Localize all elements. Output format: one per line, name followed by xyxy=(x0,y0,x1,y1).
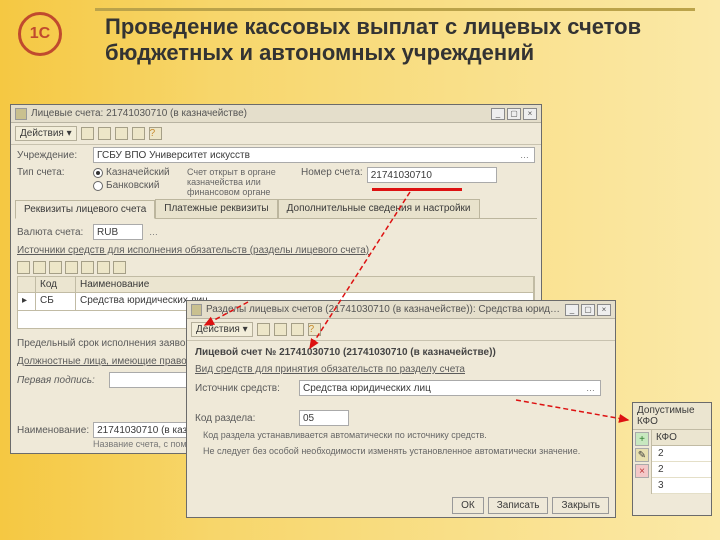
currency-input[interactable]: RUB xyxy=(93,224,143,240)
window-icon xyxy=(191,304,202,316)
titlebar[interactable]: Разделы лицевых счетов (21741030710 (в к… xyxy=(187,301,615,319)
page-title: Проведение кассовых выплат с лицевых сче… xyxy=(105,14,685,67)
account-line: Лицевой счет № 21741030710 (21741030710 … xyxy=(195,347,607,358)
tab-requisites[interactable]: Реквизиты лицевого счета xyxy=(15,200,155,219)
kfo-col: КФО xyxy=(652,430,711,446)
section-sources: Источники средств для исполнения обязате… xyxy=(17,245,535,256)
maximize-button[interactable]: ▢ xyxy=(507,108,521,120)
actions-menu[interactable]: Действия ▾ xyxy=(15,126,77,141)
window-title: Лицевые счета: 21741030710 (в казначейст… xyxy=(31,108,247,119)
sort-row-icon[interactable] xyxy=(97,261,110,274)
sign-label: Первая подпись: xyxy=(17,375,105,386)
add-row-icon[interactable] xyxy=(17,261,30,274)
radio-treasury[interactable] xyxy=(93,168,103,178)
header-divider xyxy=(95,8,695,11)
minimize-button[interactable]: _ xyxy=(491,108,505,120)
window-title: Разделы лицевых счетов (21741030710 (в к… xyxy=(206,304,565,315)
note-2: Не следует без особой необходимости изме… xyxy=(195,444,607,460)
down-row-icon[interactable] xyxy=(81,261,94,274)
maximize-button[interactable]: ▢ xyxy=(581,304,595,316)
window-kfo: Допустимые КФО + ✎ × КФО 2 2 3 xyxy=(632,402,712,516)
code-input[interactable]: 05 xyxy=(299,410,349,426)
currency-picker[interactable]: … xyxy=(147,227,160,237)
add-icon[interactable]: + xyxy=(635,432,649,446)
edit-icon[interactable]: ✎ xyxy=(635,448,649,462)
highlight-underline xyxy=(372,188,462,191)
close-button[interactable]: × xyxy=(597,304,611,316)
kfo-row[interactable]: 2 xyxy=(652,446,711,462)
note-1: Код раздела устанавливается автоматическ… xyxy=(195,428,607,444)
kfo-row[interactable]: 2 xyxy=(652,462,711,478)
more-row-icon[interactable] xyxy=(113,261,126,274)
num-input[interactable]: 21741030710 xyxy=(367,167,497,183)
section-type: Вид средств для принятия обязательств по… xyxy=(195,364,607,375)
toolbar: Действия ▾ ? xyxy=(187,319,615,341)
actions-menu[interactable]: Действия ▾ xyxy=(191,322,253,337)
src-input[interactable]: Средства юридических лиц… xyxy=(299,380,601,396)
tab-extra[interactable]: Дополнительные сведения и настройки xyxy=(278,199,480,218)
radio-bank[interactable] xyxy=(93,181,103,191)
toolbar-icon-1[interactable] xyxy=(81,127,94,140)
edit-row-icon[interactable] xyxy=(33,261,46,274)
help-icon[interactable]: ? xyxy=(149,127,162,140)
tabs: Реквизиты лицевого счета Платежные рекви… xyxy=(11,199,541,218)
up-row-icon[interactable] xyxy=(65,261,78,274)
toolbar-icon-3[interactable] xyxy=(291,323,304,336)
tab-payment[interactable]: Платежные реквизиты xyxy=(155,199,277,218)
kfo-title: Допустимые КФО xyxy=(633,403,711,430)
minimize-button[interactable]: _ xyxy=(565,304,579,316)
num-label: Номер счета: xyxy=(301,167,363,178)
toolbar-icon-2[interactable] xyxy=(98,127,111,140)
delete-icon[interactable]: × xyxy=(635,464,649,478)
help-icon[interactable]: ? xyxy=(308,323,321,336)
name-label: Наименование: xyxy=(17,425,89,436)
ok-button[interactable]: ОК xyxy=(452,497,484,514)
toolbar: Действия ▾ ? xyxy=(11,123,541,145)
kfo-row[interactable]: 3 xyxy=(652,478,711,494)
toolbar-icon-1[interactable] xyxy=(257,323,270,336)
sources-table-head: Код Наименование xyxy=(17,276,535,293)
window-icon xyxy=(15,108,27,120)
org-label: Учреждение: xyxy=(17,150,89,161)
currency-label: Валюта счета: xyxy=(17,227,89,238)
app-logo: 1С xyxy=(18,12,72,60)
del-row-icon[interactable] xyxy=(49,261,62,274)
titlebar[interactable]: Лицевые счета: 21741030710 (в казначейст… xyxy=(11,105,541,123)
close-button[interactable]: × xyxy=(523,108,537,120)
close-button[interactable]: Закрыть xyxy=(552,497,609,514)
type-hint: Счет открыт в органе казначейства или фи… xyxy=(187,167,297,197)
save-button[interactable]: Записать xyxy=(488,497,549,514)
code-label: Код раздела: xyxy=(195,413,295,424)
toolbar-icon-3[interactable] xyxy=(115,127,128,140)
window-sections: Разделы лицевых счетов (21741030710 (в к… xyxy=(186,300,616,518)
type-label: Тип счета: xyxy=(17,167,89,178)
org-input[interactable]: ГСБУ ВПО Университет искусств… xyxy=(93,147,535,163)
toolbar-icon-2[interactable] xyxy=(274,323,287,336)
src-label: Источник средств: xyxy=(195,383,295,394)
toolbar-icon-4[interactable] xyxy=(132,127,145,140)
